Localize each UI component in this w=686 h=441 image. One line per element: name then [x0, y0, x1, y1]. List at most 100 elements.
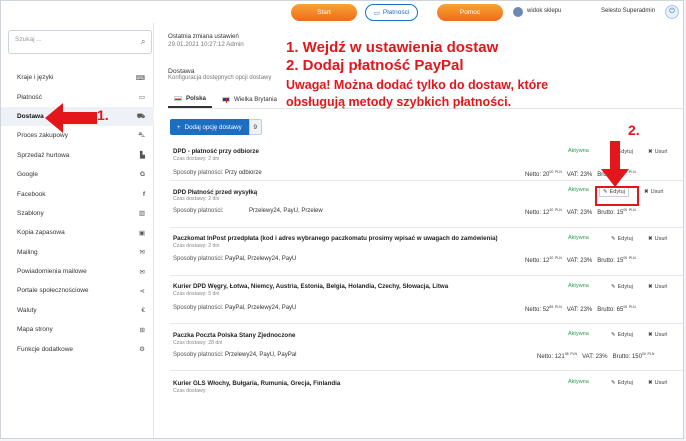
sidebar-item-templates[interactable]: Szablony ▥: [1, 204, 154, 223]
factory-icon: ▙: [140, 152, 145, 160]
arrow-left-icon: [45, 103, 97, 133]
sidebar-item-mailing[interactable]: Mailing ✉: [1, 243, 154, 262]
sidebar-item-label: Waluty: [17, 306, 37, 314]
tab-great-britain[interactable]: Wielka Brytania: [216, 90, 283, 108]
cart-icon: ⛍: [138, 132, 145, 140]
credit-card-icon: ▭: [138, 94, 145, 102]
edit-button[interactable]: ✎Edytuj: [608, 234, 636, 244]
section-subtitle: Konfiguracja dostępnych opcji dostawy: [168, 75, 272, 81]
card-icon: ▭: [373, 9, 380, 17]
annotation-step-2: 2. Dodaj płatność PayPal: [286, 57, 464, 74]
poland-flag-icon: [174, 95, 182, 101]
search-input[interactable]: [15, 36, 125, 43]
sidebar-item-label: Funkcje dodatkowe: [17, 345, 74, 353]
shipping-time: 2 dni: [208, 243, 220, 249]
sidebar-item-label: Facebook: [17, 190, 46, 198]
price-info: Netto: 1220 PLN VAT: 23% Brutto: 1500 PL…: [525, 256, 636, 264]
sidebar-item-label: Szablony: [17, 209, 44, 217]
sidebar-item-languages[interactable]: Kraje i języki ⌨: [1, 68, 154, 87]
truck-icon: ⛟: [136, 112, 145, 120]
delete-button[interactable]: ✖ Usuń: [648, 236, 667, 242]
delete-button[interactable]: ✖ Usuń: [648, 149, 667, 155]
sidebar-item-label: Google: [17, 171, 38, 179]
shipping-payments: Przelewy24, PayU, Przelew: [249, 208, 323, 214]
shipping-title: Paczkomat InPost przedpłata (kod i adres…: [173, 235, 498, 242]
last-change-meta: 29.01.2021 10:27:12 Admin: [168, 41, 244, 49]
add-delivery-option-button[interactable]: + Dodaj opcję dostawy 9: [170, 119, 262, 135]
pencil-icon: ✎: [611, 380, 616, 386]
sidebar-item-sitemap[interactable]: Mapa strony ⊞: [1, 320, 154, 339]
sidebar-item-extra-functions[interactable]: Funkcje dodatkowe ⚙: [1, 339, 154, 358]
tab-label: Wielka Brytania: [233, 95, 277, 103]
list-item: Paczka Poczta Polska Stany Zjednoczone C…: [170, 324, 683, 371]
search-icon[interactable]: ⌕: [141, 37, 145, 47]
payments-prefix: Sposoby płatności:: [173, 170, 224, 176]
home-icon[interactable]: [513, 7, 523, 17]
status-badge: Aktywna: [568, 148, 589, 154]
sidebar: ⌕ Kraje i języki ⌨ Płatność ▭ Dostawa ⛟ Pro…: [1, 23, 154, 438]
app-window: Start ▭ Płatności Pomoc widok sklepu Sele…: [0, 0, 684, 439]
section-title: Dostawa: [168, 68, 195, 75]
sidebar-item-label: Dostawa: [17, 112, 44, 120]
sidebar-item-label: Powiadomienia mailowe: [17, 268, 87, 276]
add-delivery-label: Dodaj opcję dostawy: [184, 123, 242, 131]
save-icon: ▣: [138, 229, 145, 237]
sidebar-item-label: Mailing: [17, 248, 38, 256]
edit-button[interactable]: ✎Edytuj: [608, 378, 636, 388]
price-info: Netto: 12195 PLN VAT: 23% Brutto: 15000 …: [537, 352, 655, 360]
time-prefix: Czas dostawy:: [173, 156, 207, 162]
help-button[interactable]: Pomoc: [437, 4, 503, 21]
sidebar-item-social-portals[interactable]: Portale społecznościowe ⋖: [1, 281, 154, 300]
shipping-time: 2 dni: [208, 156, 220, 162]
edit-button[interactable]: ✎Edytuj: [608, 330, 636, 340]
close-icon: ✖: [648, 332, 653, 338]
language-icon: ⌨: [135, 74, 145, 82]
close-icon: ✖: [644, 189, 649, 195]
edit-button[interactable]: ✎Edytuj: [608, 282, 636, 292]
delete-button[interactable]: ✖ Usuń: [648, 380, 667, 386]
search-box: ⌕: [8, 30, 152, 54]
sidebar-item-label: Mapa strony: [17, 326, 53, 334]
help-label: Pomoc: [459, 9, 481, 16]
plus-icon: +: [177, 123, 181, 131]
delivery-count-badge: 9: [248, 119, 262, 135]
shipping-title: DPD Płatność przed wysyłką: [173, 189, 258, 196]
envelope-icon: ✉: [139, 249, 145, 257]
sidebar-item-facebook[interactable]: Facebook f: [1, 184, 154, 203]
price-info: Netto: 5285 PLN VAT: 23% Brutto: 6500 PL…: [525, 305, 636, 313]
shipping-payments: Przy odbiorze: [225, 170, 262, 176]
annotation-step-1: 1. Wejdź w ustawienia dostaw: [286, 39, 499, 56]
shipping-time: 28 dni: [208, 340, 223, 346]
delete-button[interactable]: ✖ Usuń: [648, 332, 667, 338]
sidebar-item-currencies[interactable]: Waluty €: [1, 301, 154, 320]
shipping-payments: Przelewy24, PayU, PayPal: [225, 352, 297, 358]
shop-view-link[interactable]: widok sklepu: [527, 8, 561, 14]
sidebar-item-backup[interactable]: Kopia zapasowa ▣: [1, 223, 154, 242]
status-badge: Aktywna: [568, 283, 589, 289]
shipping-title: Kurier DPD Węgry, Łotwa, Niemcy, Austria…: [173, 283, 449, 290]
last-change-info: Ostatnia zmiana ustawień 29.01.2021 10:2…: [168, 33, 244, 49]
shipping-time: 5 dni: [208, 291, 220, 297]
tab-poland[interactable]: Polska: [168, 90, 212, 108]
list-item: Kurier DPD Węgry, Łotwa, Niemcy, Austria…: [170, 276, 683, 324]
price-info: Netto: 1220 PLN VAT: 23% Brutto: 1500 PL…: [525, 208, 636, 216]
delete-button[interactable]: ✖ Usuń: [644, 189, 663, 195]
shipping-title: Paczka Poczta Polska Stany Zjednoczone: [173, 332, 296, 339]
envelope-icon: ✉: [139, 268, 145, 276]
facebook-icon: f: [142, 190, 145, 198]
annotation-warning-line-2: obsługują metody szybkich płatności.: [286, 95, 512, 109]
sidebar-item-wholesale[interactable]: Sprzedaż hurtowa ▙: [1, 146, 154, 165]
delete-button[interactable]: ✖ Usuń: [648, 284, 667, 290]
power-icon[interactable]: ⏻: [665, 5, 679, 19]
sidebar-item-google[interactable]: Google G: [1, 165, 154, 184]
top-bar: Start ▭ Płatności Pomoc widok sklepu Sele…: [1, 1, 683, 23]
start-button[interactable]: Start: [291, 4, 357, 21]
sidebar-item-mail-notifications[interactable]: Powiadomienia mailowe ✉: [1, 262, 154, 281]
cogs-icon: ⚙: [139, 346, 145, 354]
euro-icon: €: [141, 306, 145, 314]
payments-button[interactable]: ▭ Płatności: [365, 4, 418, 21]
shipping-title: DPD - płatność przy odbiorze: [173, 148, 259, 155]
annotation-warning-line-1: Uwaga! Można dodać tylko do dostaw, któr…: [286, 78, 549, 92]
last-change-user: Admin: [226, 40, 244, 48]
sitemap-icon: ⊞: [139, 326, 145, 334]
